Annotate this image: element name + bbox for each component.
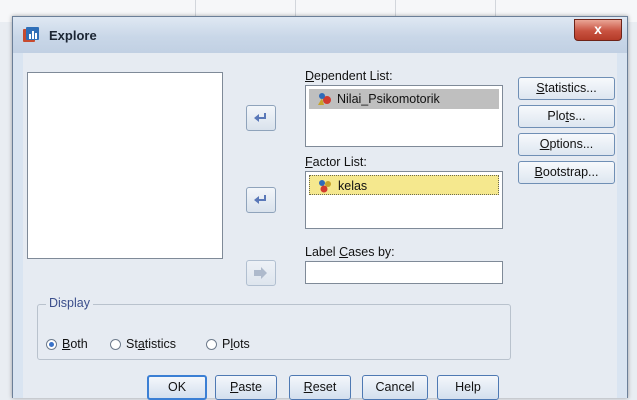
close-button[interactable]: x [574,19,622,41]
cancel-button[interactable]: Cancel [362,375,428,400]
reset-button[interactable]: Reset [289,375,351,400]
explore-app-icon [22,25,42,45]
plots-button[interactable]: Plots... [518,105,615,128]
radio-label: Plots [222,337,250,351]
dependent-list-label: Dependent List: [305,69,393,83]
help-button[interactable]: Help [437,375,499,400]
paste-button[interactable]: Paste [215,375,277,400]
radio-indicator [206,338,217,350]
dialog-title: Explore [49,28,97,43]
bootstrap-button[interactable]: Bootstrap... [518,161,615,184]
arrow-right-icon [254,113,266,122]
title-bar[interactable]: Explore x [13,17,627,53]
arrow-right-icon [254,195,266,204]
display-statistics-radio[interactable]: Statistics [110,337,176,351]
label-cases-label: Label Cases by: [305,245,395,259]
radio-indicator [110,338,121,350]
explore-dialog: Explore x Dependent List: Nilai_Psikomot… [12,16,628,400]
display-group [37,304,511,360]
display-plots-radio[interactable]: Plots [206,337,250,351]
scale-variable-icon [318,93,331,105]
nominal-variable-icon [319,180,331,193]
factor-list[interactable]: kelas [305,171,503,229]
dependent-list[interactable]: Nilai_Psikomotorik [305,85,503,147]
ok-button[interactable]: OK [147,375,207,400]
statistics-button[interactable]: Statistics... [518,77,615,100]
factor-list-label: Factor List: [305,155,367,169]
variable-list[interactable] [27,72,223,259]
move-to-factor-button[interactable] [246,187,276,213]
move-to-label-cases-button[interactable] [246,260,276,286]
display-group-legend: Display [46,296,93,310]
close-icon: x [594,21,602,37]
arrow-right-icon [254,267,267,279]
options-button[interactable]: Options... [518,133,615,156]
list-item[interactable]: kelas [309,175,499,195]
label-cases-field[interactable] [305,261,503,284]
radio-selected-indicator [46,338,57,350]
radio-label: Both [62,337,88,351]
display-both-radio[interactable]: Both [46,337,88,351]
move-to-dependent-button[interactable] [246,105,276,131]
list-item[interactable]: Nilai_Psikomotorik [309,89,499,109]
radio-label: Statistics [126,337,177,351]
